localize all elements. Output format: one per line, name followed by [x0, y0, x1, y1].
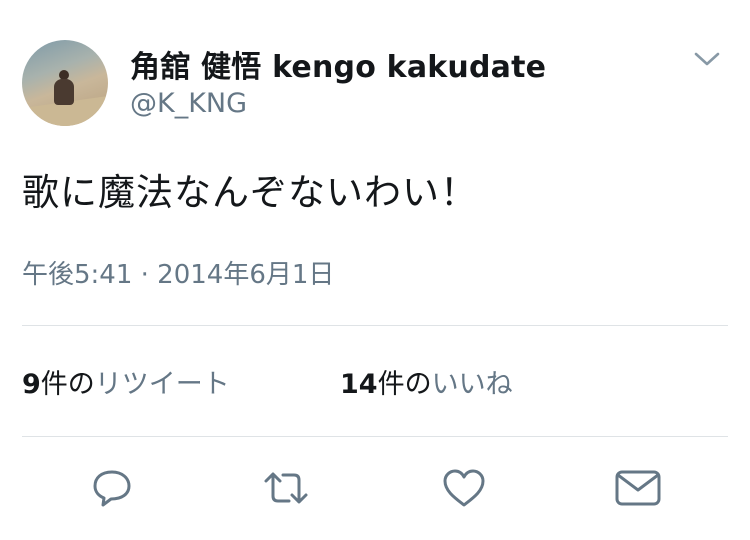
retweet-button[interactable]	[258, 460, 314, 516]
user-handle[interactable]: @K_KNG	[130, 88, 247, 119]
reply-button[interactable]	[84, 460, 140, 516]
avatar-person-body	[54, 79, 74, 105]
avatar[interactable]	[22, 40, 108, 126]
tweet-timestamp[interactable]: 午後5:41 · 2014年6月1日	[22, 254, 334, 291]
envelope-icon	[615, 470, 661, 506]
reply-bubble-icon	[93, 470, 131, 507]
retweet-unit: 件の	[40, 369, 95, 400]
divider	[22, 436, 728, 437]
retweet-count-stat[interactable]: 9件のリツイート	[22, 362, 230, 401]
heart-icon	[443, 469, 485, 507]
retweet-arrows-icon	[264, 472, 308, 504]
like-count: 14	[340, 369, 378, 400]
like-unit: 件の	[377, 369, 432, 400]
tweet-text: 歌に魔法なんぞないわい！	[22, 171, 478, 214]
direct-message-button[interactable]	[610, 460, 666, 516]
like-label: いいね	[431, 369, 513, 400]
divider	[22, 325, 728, 326]
retweet-count: 9	[22, 369, 41, 400]
like-button[interactable]	[436, 460, 492, 516]
like-count-stat[interactable]: 14件のいいね	[340, 362, 513, 401]
display-name[interactable]: 角舘 健悟 kengo kakudate	[130, 42, 546, 86]
retweet-label: リツイート	[94, 369, 230, 400]
chevron-down-icon[interactable]	[692, 48, 722, 70]
